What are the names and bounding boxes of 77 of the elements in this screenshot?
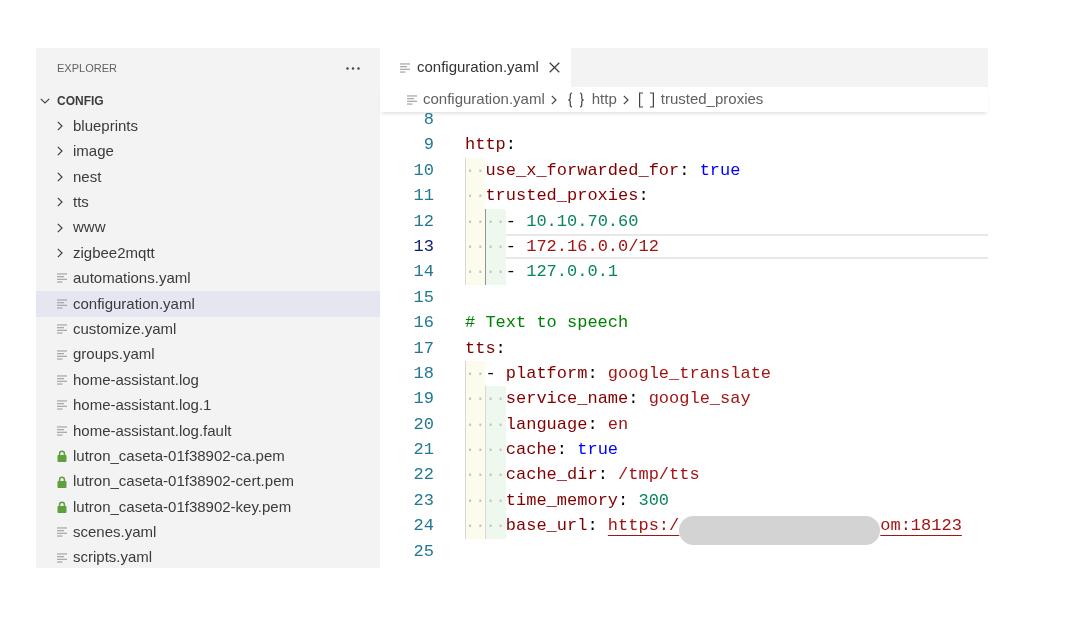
- code-line: ····cache: true: [465, 437, 619, 463]
- line-number: 9: [422, 134, 435, 157]
- code-line: # Text to speech: [465, 312, 629, 335]
- line-number: 13: [412, 235, 435, 258]
- chevron-right-icon: [550, 94, 557, 105]
- code-line: ··use_x_forwarded_for: true: [465, 157, 741, 184]
- line-number: 8: [422, 112, 435, 131]
- lock-icon: [57, 500, 67, 513]
- breadcrumb-item[interactable]: http: [565, 88, 617, 111]
- file-lines-icon: [57, 527, 67, 538]
- code-line: ····cache_dir: /tmp/tts: [465, 462, 700, 488]
- line-number: 23: [412, 489, 435, 512]
- line-number: 21: [412, 439, 435, 462]
- line-number: 10: [412, 159, 435, 182]
- file-item[interactable]: scripts.yaml: [36, 545, 380, 568]
- chevron-right-icon: [622, 94, 629, 105]
- brackets-icon: [637, 91, 655, 108]
- lock-icon: [57, 450, 67, 463]
- breadcrumb-item[interactable]: configuration.yaml: [407, 88, 545, 111]
- file-lines-icon: [57, 298, 67, 309]
- line-number: 25: [412, 540, 435, 563]
- code-line: ··trusted_proxies:: [465, 183, 649, 209]
- folder-item[interactable]: www: [36, 214, 380, 241]
- code-line: ····time_memory: 300: [465, 487, 670, 514]
- file-lines-icon: [407, 94, 417, 105]
- file-lines-icon: [57, 273, 67, 284]
- file-lines-icon: [57, 349, 67, 360]
- code-line: ····language: en: [465, 411, 629, 438]
- file-item[interactable]: home-assistant.log.fault: [36, 418, 380, 444]
- file-item[interactable]: lutron_caseta-01f38902-cert.pem: [36, 468, 380, 495]
- folder-item[interactable]: image: [36, 138, 380, 165]
- line-number: 20: [412, 413, 435, 436]
- file-lines-icon: [57, 400, 67, 411]
- line-number: 19: [412, 388, 435, 411]
- code-line: ····service_name: google_say: [465, 386, 751, 412]
- folder-item[interactable]: blueprints: [36, 113, 380, 139]
- close-button[interactable]: [547, 60, 562, 75]
- code-line: ····base_url: https:/ om:18123: [465, 513, 962, 539]
- file-item[interactable]: configuration.yaml: [36, 291, 380, 317]
- close-icon: [549, 62, 561, 73]
- editor-tab[interactable]: configuration.yaml: [380, 48, 571, 87]
- file-item[interactable]: scenes.yaml: [36, 519, 380, 546]
- code-line: ··- platform: google_translate: [465, 360, 772, 387]
- code-line: http:: [465, 134, 516, 157]
- folder-header[interactable]: CONFIG: [36, 88, 380, 114]
- line-number: 18: [412, 362, 435, 385]
- line-number: 14: [412, 261, 435, 284]
- file-item[interactable]: lutron_caseta-01f38902-key.pem: [36, 494, 380, 520]
- line-number: 15: [412, 286, 435, 309]
- folder-item[interactable]: zigbee2mqtt: [36, 240, 380, 266]
- sidebar-title: EXPLORER: [57, 60, 117, 76]
- file-item[interactable]: automations.yaml: [36, 265, 380, 292]
- code-line: tts:: [465, 337, 506, 360]
- line-number: 24: [412, 515, 435, 538]
- file-item[interactable]: lutron_caseta-01f38902-ca.pem: [36, 443, 380, 469]
- braces-icon: [565, 91, 586, 108]
- line-number: 12: [412, 210, 435, 233]
- line-number: 16: [412, 312, 435, 335]
- file-lines-icon: [57, 375, 67, 385]
- folder-item[interactable]: nest: [36, 164, 380, 190]
- file-lines-icon: [57, 425, 67, 436]
- file-item[interactable]: customize.yaml: [36, 316, 380, 342]
- line-number: 17: [412, 337, 435, 360]
- line-number: 22: [412, 464, 435, 487]
- file-lines-icon: [57, 552, 67, 563]
- file-item[interactable]: home-assistant.log.1: [36, 392, 380, 419]
- lock-icon: [57, 475, 67, 488]
- breadcrumb-item[interactable]: trusted_proxies: [637, 88, 764, 111]
- folder-item[interactable]: tts: [36, 189, 380, 215]
- url-link[interactable]: https:/: [607, 516, 680, 536]
- more-icon[interactable]: [346, 66, 360, 70]
- file-lines-icon: [400, 62, 410, 73]
- file-lines-icon: [57, 324, 67, 335]
- line-number: 11: [412, 185, 435, 208]
- url-link[interactable]: om:18123: [880, 516, 962, 536]
- file-item[interactable]: groups.yaml: [36, 341, 380, 368]
- file-item[interactable]: home-assistant.log: [36, 367, 380, 393]
